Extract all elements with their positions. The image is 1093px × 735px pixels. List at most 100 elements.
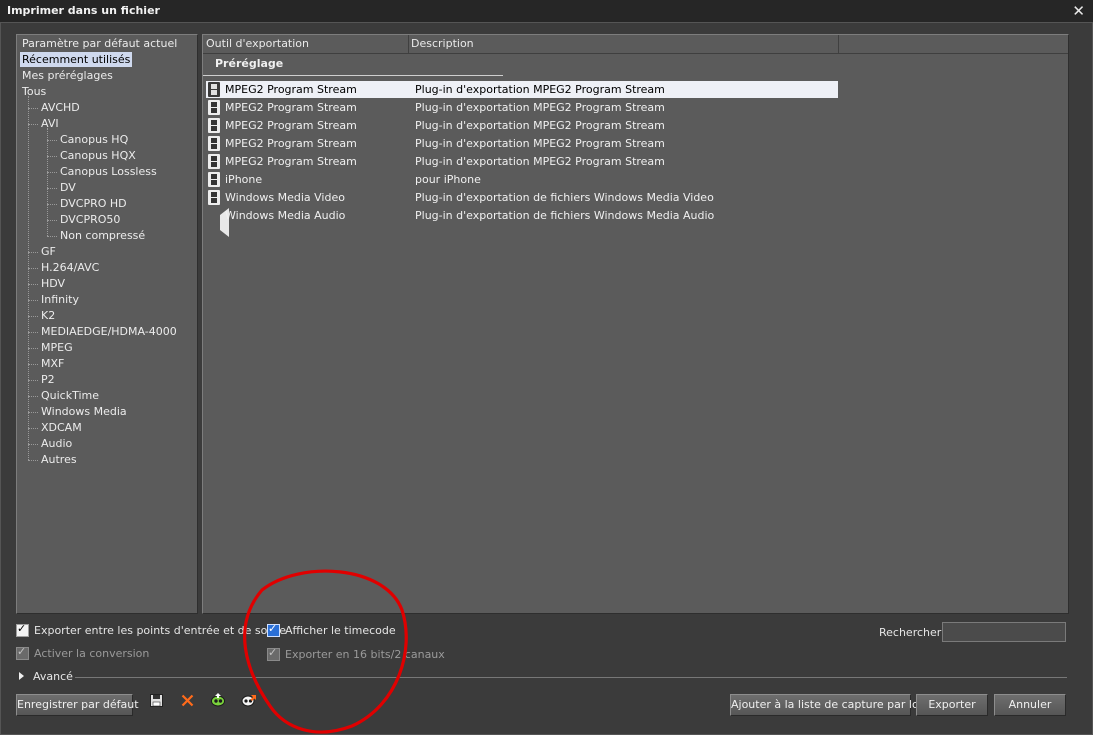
tree-item[interactable]: MXF — [39, 356, 66, 371]
tree-guide — [28, 96, 29, 460]
tree-item[interactable]: Autres — [39, 452, 79, 467]
tree-connector — [47, 140, 57, 141]
tree-item[interactable]: DV — [58, 180, 78, 195]
window-title: Imprimer dans un fichier — [7, 4, 160, 17]
tree-connector — [28, 332, 38, 333]
tree-guide — [47, 128, 48, 236]
list-row[interactable]: MPEG2 Program Stream Plug-in d'exportatio… — [206, 153, 838, 170]
tree-item[interactable]: Paramètre par défaut actuel — [20, 36, 179, 51]
tree-item[interactable]: XDCAM — [39, 420, 84, 435]
column-header-description[interactable]: Description — [408, 35, 839, 53]
title-bar: Imprimer dans un fichier ✕ — [0, 0, 1093, 23]
export-preset-icon[interactable] — [241, 692, 257, 708]
list-row[interactable]: MPEG2 Program Stream Plug-in d'exportatio… — [206, 81, 838, 98]
list-row[interactable]: iPhone pour iPhone — [206, 171, 838, 188]
tree-item[interactable]: H.264/AVC — [39, 260, 101, 275]
tree-connector — [28, 444, 38, 445]
exporter-name: Windows Media Audio — [225, 209, 346, 222]
exporter-name: MPEG2 Program Stream — [225, 155, 357, 168]
search-input[interactable] — [942, 622, 1066, 642]
checkbox-box[interactable] — [16, 645, 29, 660]
save-default-button[interactable]: Enregistrer par défaut — [16, 694, 139, 716]
export-button[interactable]: Exporter — [916, 694, 988, 716]
cancel-button[interactable]: Annuler — [994, 694, 1066, 716]
advanced-divider — [75, 677, 1067, 678]
tree-connector — [28, 108, 38, 109]
tree-connector — [28, 364, 38, 365]
column-header-exporter[interactable]: Outil d'exportation — [203, 35, 409, 53]
tree-item[interactable]: DVCPRO50 — [58, 212, 122, 227]
export-16bit-checkbox[interactable]: Exporter en 16 bits/2 canaux — [267, 646, 445, 661]
tree-item[interactable]: Audio — [39, 436, 74, 451]
list-row[interactable]: Windows Media Video Plug-in d'exportation… — [206, 189, 838, 206]
add-to-batch-capture-button[interactable]: Ajouter à la liste de capture par lots — [730, 694, 929, 716]
film-icon — [208, 172, 220, 187]
tree-item[interactable]: Mes préréglages — [20, 68, 115, 83]
exporter-name: MPEG2 Program Stream — [225, 137, 357, 150]
tree-item[interactable]: QuickTime — [39, 388, 101, 403]
checkbox-box[interactable] — [267, 646, 280, 661]
tree-item[interactable]: Canopus HQX — [58, 148, 138, 163]
enable-conversion-checkbox[interactable]: Activer la conversion — [16, 645, 150, 660]
export-in-out-checkbox[interactable]: Exporter entre les points d'entrée et de… — [16, 622, 287, 637]
list-header: Outil d'exportation Description — [203, 35, 1068, 54]
checkbox-box[interactable] — [267, 622, 280, 637]
column-header-blank — [839, 35, 1068, 53]
tree-item[interactable]: DVCPRO HD — [58, 196, 129, 211]
tree-item[interactable]: AVI — [39, 116, 61, 131]
show-timecode-checkbox[interactable]: Afficher le timecode — [267, 622, 396, 637]
film-icon — [208, 154, 220, 169]
exporter-description: Plug-in d'exportation de fichiers Window… — [415, 191, 714, 204]
export-16bit-label: Exporter en 16 bits/2 canaux — [285, 648, 445, 661]
exporter-description: Plug-in d'exportation MPEG2 Program Stre… — [415, 83, 665, 96]
film-icon — [208, 136, 220, 151]
exporter-name: Windows Media Video — [225, 191, 345, 204]
film-icon — [208, 118, 220, 133]
enable-conversion-label: Activer la conversion — [34, 647, 150, 660]
exporter-name: MPEG2 Program Stream — [225, 83, 357, 96]
tree-item[interactable]: HDV — [39, 276, 67, 291]
close-icon[interactable]: ✕ — [1072, 2, 1085, 20]
export-in-out-label: Exporter entre les points d'entrée et de… — [34, 624, 287, 637]
list-row[interactable]: Windows Media Audio Plug-in d'exportation… — [206, 207, 838, 237]
list-row[interactable]: MPEG2 Program Stream Plug-in d'exportatio… — [206, 135, 838, 152]
show-timecode-label: Afficher le timecode — [285, 624, 396, 637]
tree-item[interactable]: Récemment utilisés — [20, 52, 133, 67]
film-icon — [208, 100, 220, 115]
advanced-toggle[interactable]: Avancé — [33, 670, 73, 683]
tree-item[interactable]: Tous — [20, 84, 48, 99]
tree-connector — [47, 172, 57, 173]
tree-item[interactable]: GF — [39, 244, 58, 259]
exporter-description: Plug-in d'exportation MPEG2 Program Stre… — [415, 101, 665, 114]
exporter-list[interactable]: Outil d'exportation Description Prérégla… — [202, 34, 1069, 614]
delete-icon[interactable] — [179, 692, 195, 708]
list-row[interactable]: MPEG2 Program Stream Plug-in d'exportatio… — [206, 117, 838, 134]
tree-item[interactable]: Canopus HQ — [58, 132, 130, 147]
expand-arrow-icon[interactable] — [19, 672, 24, 680]
import-preset-icon[interactable] — [210, 692, 226, 708]
tree-item[interactable]: Windows Media — [39, 404, 129, 419]
tree-connector — [47, 156, 57, 157]
tree-connector — [28, 428, 38, 429]
tree-item[interactable]: K2 — [39, 308, 57, 323]
save-icon[interactable] — [148, 692, 164, 708]
tree-item[interactable]: AVCHD — [39, 100, 82, 115]
tree-item[interactable]: Infinity — [39, 292, 81, 307]
tree-item[interactable]: Canopus Lossless — [58, 164, 159, 179]
tree-item[interactable]: MEDIAEDGE/HDMA-4000 — [39, 324, 179, 339]
tree-item[interactable]: MPEG — [39, 340, 75, 355]
tree-connector — [47, 220, 57, 221]
list-row[interactable]: MPEG2 Program Stream Plug-in d'exportatio… — [206, 99, 838, 116]
tree-connector — [47, 188, 57, 189]
checkbox-box[interactable] — [16, 622, 29, 637]
tree-connector — [28, 316, 38, 317]
tree-item[interactable]: Non compressé — [58, 228, 147, 243]
group-divider — [203, 75, 503, 76]
tree-item[interactable]: P2 — [39, 372, 57, 387]
preset-category-tree[interactable]: Paramètre par défaut actuel Récemment uti… — [16, 34, 198, 614]
tree-connector — [28, 268, 38, 269]
tree-connector — [47, 236, 57, 237]
exporter-name: iPhone — [225, 173, 263, 186]
tree-connector — [28, 300, 38, 301]
exporter-description: Plug-in d'exportation MPEG2 Program Stre… — [415, 119, 665, 132]
